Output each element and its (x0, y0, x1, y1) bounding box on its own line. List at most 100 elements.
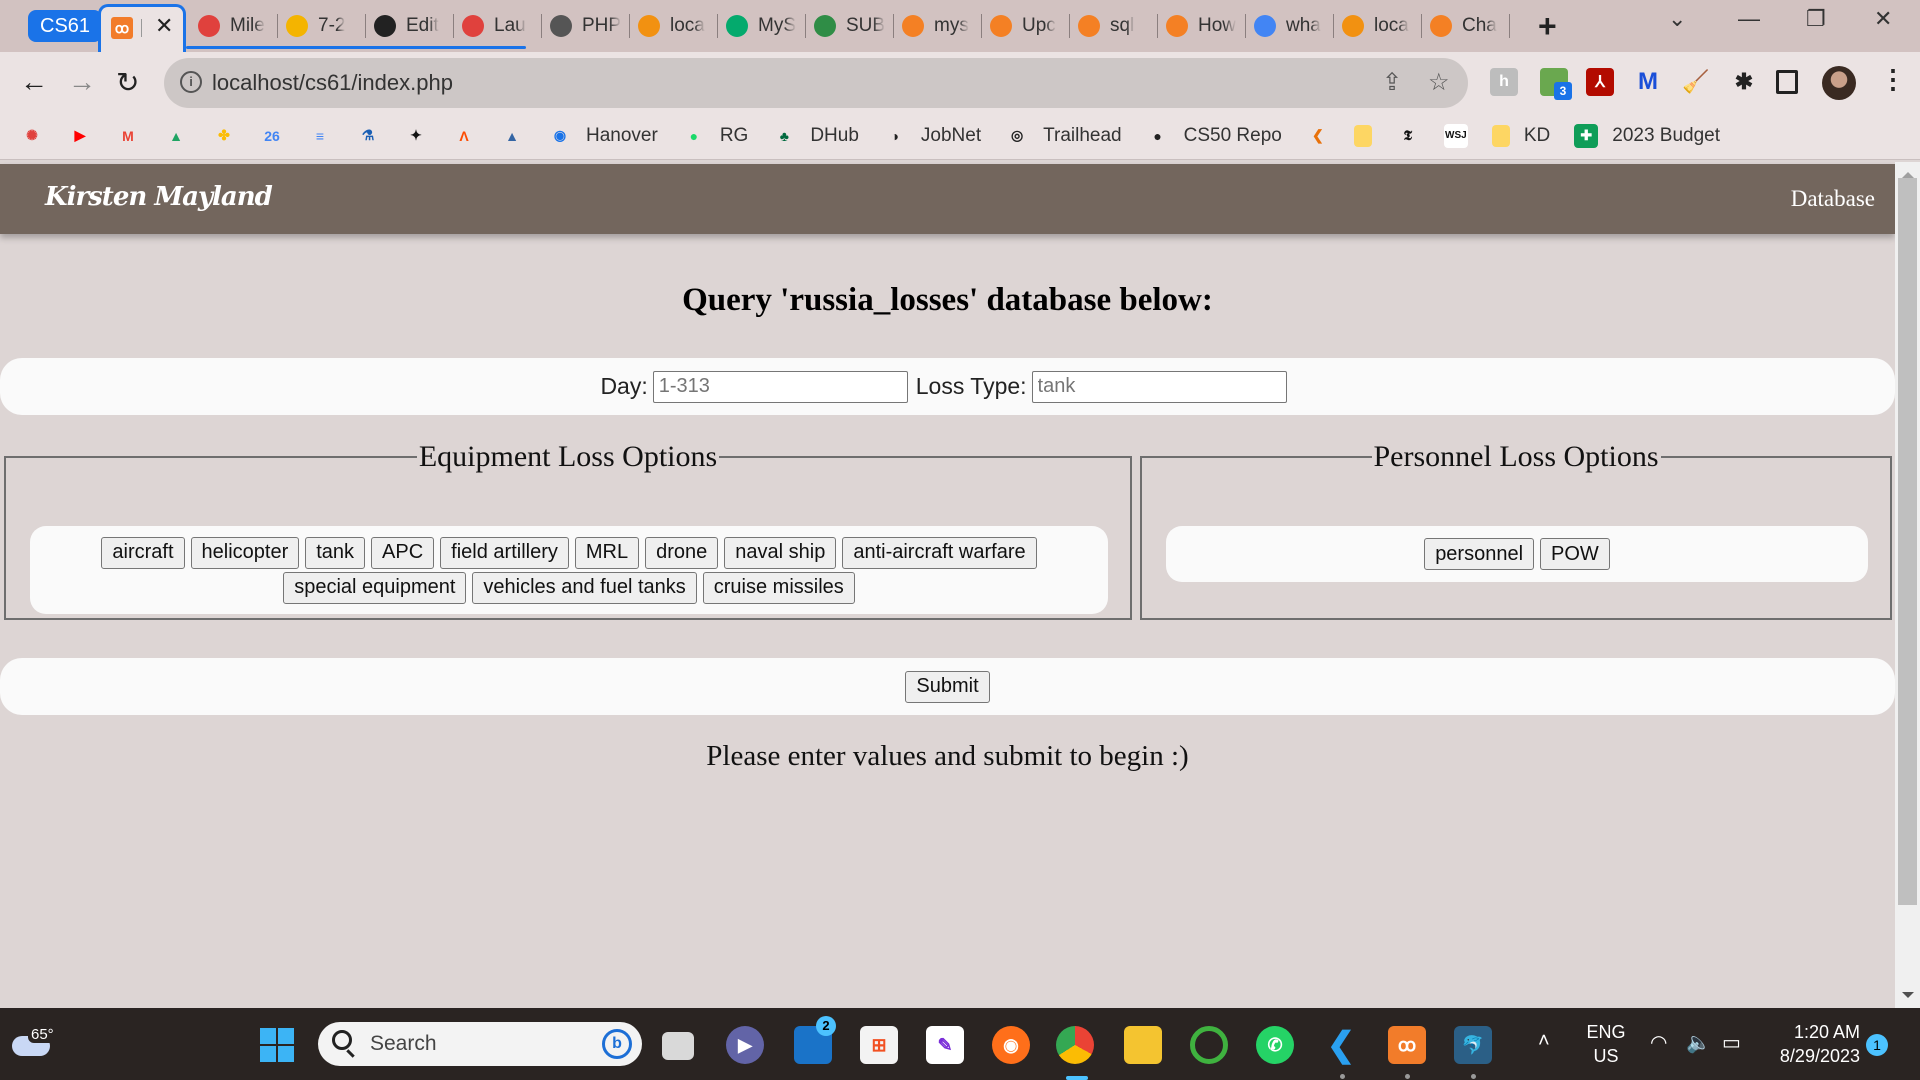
close-tab-icon[interactable]: ✕ (155, 13, 173, 39)
page-scrollbar[interactable] (1895, 162, 1920, 1008)
day-input[interactable] (652, 370, 908, 403)
browser-tab[interactable]: Edit (366, 8, 454, 44)
task-view-icon[interactable] (662, 1032, 694, 1060)
loss-option-button[interactable]: helicopter (190, 536, 300, 569)
adobe-acrobat-icon[interactable]: ⅄ (1586, 68, 1614, 96)
whatsapp-icon[interactable]: ✆ (1256, 1026, 1294, 1064)
loss-option-button[interactable]: personnel (1424, 538, 1535, 570)
windows-start-icon[interactable] (260, 1028, 294, 1062)
bookmark-item[interactable]: ♣ DHub (772, 124, 859, 148)
loss-option-button[interactable]: anti-aircraft warfare (842, 536, 1037, 569)
browser-tab[interactable]: How (1158, 8, 1246, 44)
browser-menu-icon[interactable]: ⋮ (1880, 64, 1906, 95)
bookmark-star-icon[interactable]: ☆ (1428, 68, 1450, 97)
bookmark-item[interactable]: ≡ (308, 124, 332, 148)
side-panel-icon[interactable] (1776, 70, 1798, 94)
browser-tab[interactable]: Mile (190, 8, 278, 44)
malwarebytes-icon[interactable]: M (1634, 68, 1662, 96)
bookmark-item[interactable]: ▲ (164, 124, 188, 148)
loss-option-button[interactable]: MRL (574, 536, 640, 569)
pen-app-icon[interactable]: ✎ (926, 1026, 964, 1064)
bookmark-item[interactable]: ✺ (20, 124, 44, 148)
loss-option-button[interactable]: POW (1540, 538, 1610, 570)
bookmark-item[interactable]: ◉ Hanover (548, 124, 658, 148)
wifi-icon[interactable]: ◠ (1650, 1030, 1667, 1055)
volume-icon[interactable]: 🔈 (1686, 1030, 1711, 1055)
minimize-button[interactable]: — (1738, 6, 1760, 32)
browser-tab[interactable]: loca (630, 8, 718, 44)
browser-tab[interactable]: loca (1334, 8, 1422, 44)
loss-option-button[interactable]: tank (305, 536, 366, 569)
browser-tab[interactable]: mys (894, 8, 982, 44)
bookmark-item[interactable]: Λ (452, 124, 476, 148)
bookmark-item[interactable]: ✚ 2023 Budget (1574, 123, 1720, 148)
mysql-workbench-icon[interactable]: 🐬 (1454, 1026, 1492, 1064)
browser-tab[interactable]: sql (1070, 8, 1158, 44)
weather-widget[interactable]: 65° (12, 1022, 57, 1062)
scrollbar-thumb[interactable] (1898, 178, 1917, 905)
bookmark-item[interactable]: ● CS50 Repo (1146, 124, 1281, 148)
bookmark-item[interactable]: 26 (260, 124, 284, 148)
bookmark-item[interactable] (1353, 124, 1372, 147)
forward-button[interactable]: → (68, 66, 96, 98)
tab-active[interactable]: ꝏ ✕ (98, 4, 186, 52)
tab-search-chevron-icon[interactable]: ⌄ (1668, 6, 1686, 32)
clock[interactable]: 1:20 AM 8/29/2023 (1764, 1020, 1860, 1068)
browser-tab[interactable]: Upc (982, 8, 1070, 44)
loss-option-button[interactable]: naval ship (724, 536, 837, 569)
extension-notes-icon[interactable]: 3 (1540, 68, 1572, 100)
url-input[interactable] (212, 66, 1112, 100)
bookmark-item[interactable]: KD (1491, 124, 1550, 147)
loss-option-button[interactable]: field artillery (440, 536, 569, 569)
teams-icon[interactable]: 2 (794, 1016, 836, 1064)
bookmark-item[interactable]: ◑ JobNet (883, 124, 981, 148)
bookmark-item[interactable]: M (116, 124, 140, 148)
site-brand[interactable]: Kirsten Mayland (45, 182, 273, 212)
taskbar-search[interactable]: b (318, 1022, 642, 1066)
loss-option-button[interactable]: special equipment (283, 571, 467, 604)
loss-option-button[interactable]: vehicles and fuel tanks (472, 571, 697, 604)
taskbar-search-input[interactable] (370, 1030, 570, 1058)
loss-option-button[interactable]: aircraft (101, 536, 185, 569)
scroll-down-arrow-icon[interactable] (1902, 992, 1914, 998)
browser-tab[interactable]: SUB (806, 8, 894, 44)
nav-link-database[interactable]: Database (1791, 186, 1875, 212)
close-window-button[interactable]: ✕ (1874, 6, 1892, 32)
loss-option-button[interactable]: APC (371, 536, 435, 569)
bookmark-item[interactable]: ❮ (1306, 124, 1330, 148)
extensions-puzzle-icon[interactable]: ✱ (1730, 68, 1758, 96)
bookmark-item[interactable]: ▶ (68, 124, 92, 148)
green-ring-app-icon[interactable] (1190, 1026, 1228, 1064)
bookmark-item[interactable]: ▲ (500, 124, 524, 148)
bookmark-item[interactable]: ✤ (212, 124, 236, 148)
loss-type-input[interactable] (1031, 370, 1287, 403)
reload-button[interactable]: ↻ (116, 66, 139, 99)
chrome-icon[interactable] (1056, 1026, 1094, 1064)
extension-h-icon[interactable]: h (1490, 68, 1518, 96)
microsoft-store-icon[interactable]: ⊞ (860, 1026, 898, 1064)
browser-tab[interactable]: PHP (542, 8, 630, 44)
browser-tab[interactable]: 7-2 (278, 8, 366, 44)
tab-group-cs61[interactable]: CS61 (28, 10, 103, 42)
restore-button[interactable]: ❐ (1806, 6, 1826, 32)
xampp-taskbar-icon[interactable]: ꝏ (1388, 1026, 1426, 1064)
loss-option-button[interactable]: cruise missiles (702, 571, 855, 604)
language-indicator[interactable]: ENG US (1584, 1020, 1628, 1068)
firefox-icon[interactable]: ◉ (992, 1026, 1030, 1064)
show-hidden-icons-chevron[interactable]: ˄ (1538, 1030, 1550, 1053)
notification-badge[interactable]: 1 (1866, 1034, 1888, 1056)
browser-tab[interactable]: Cha (1422, 8, 1510, 44)
bookmark-item[interactable]: WSJ (1443, 123, 1468, 148)
battery-icon[interactable]: ▭ (1722, 1030, 1741, 1055)
bookmark-item[interactable]: ● RG (682, 124, 749, 148)
new-tab-button[interactable]: + (1538, 8, 1557, 45)
profile-avatar[interactable] (1822, 66, 1856, 100)
bookmark-item[interactable]: ✦ (404, 124, 428, 148)
bookmark-item[interactable]: ◎ Trailhead (1005, 124, 1122, 148)
bookmark-item[interactable]: 𝕿 (1396, 124, 1420, 148)
teams-chat-icon[interactable]: ▶ (726, 1026, 764, 1064)
share-icon[interactable]: ⇪ (1382, 68, 1402, 97)
back-button[interactable]: ← (20, 66, 48, 98)
loss-option-button[interactable]: drone (645, 536, 719, 569)
broom-extension-icon[interactable]: 🧹 (1682, 68, 1710, 96)
